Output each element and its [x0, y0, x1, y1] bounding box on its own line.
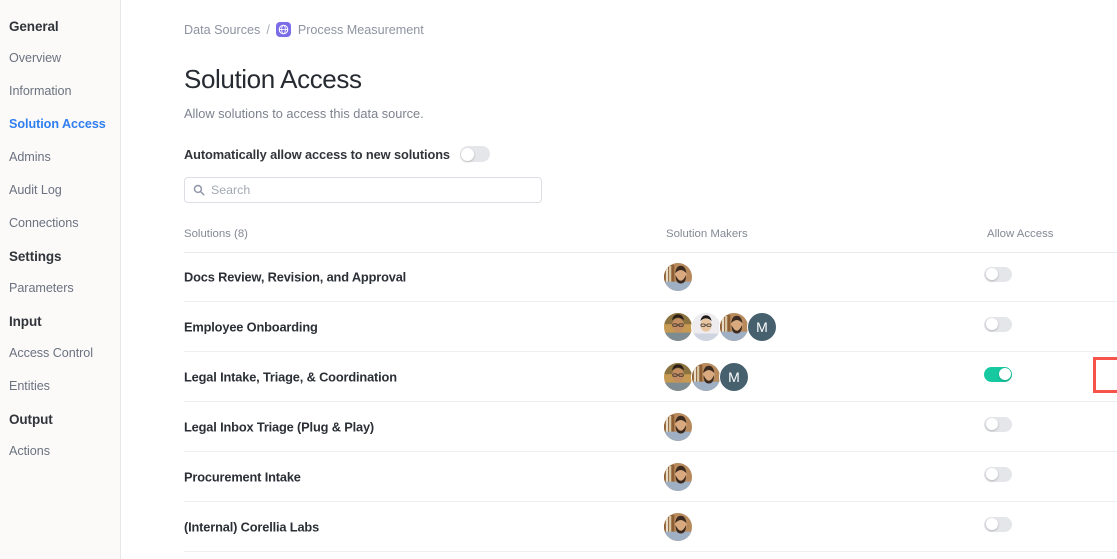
sidebar-group-header: Input	[9, 314, 42, 329]
breadcrumb: Data Sources / Process Measurement	[184, 22, 424, 37]
allow-access-toggle[interactable]	[984, 366, 1012, 382]
solution-name: Employee Onboarding	[184, 319, 318, 334]
avatar: M	[719, 361, 749, 392]
solution-makers	[663, 411, 693, 442]
solution-name: Legal Intake, Triage, & Coordination	[184, 369, 397, 384]
globe-icon	[275, 22, 291, 37]
table-row: Docs Review, Revision, and Approval	[184, 252, 1117, 302]
avatar	[719, 311, 749, 342]
sidebar-item-actions[interactable]: Actions	[0, 443, 120, 459]
sidebar-group-header: Settings	[9, 249, 62, 264]
sidebar-item-entities[interactable]: Entities	[0, 378, 120, 394]
allow-access-cell	[984, 516, 1012, 537]
allow-access-toggle[interactable]	[984, 516, 1012, 532]
avatar	[663, 361, 693, 392]
allow-access-cell	[984, 416, 1012, 437]
sidebar-group-header: Output	[9, 412, 53, 427]
allow-access-toggle[interactable]	[984, 316, 1012, 332]
table-header: Solutions (8) Solution Makers Allow Acce…	[184, 227, 1117, 240]
sidebar-item-overview[interactable]: Overview	[0, 50, 120, 66]
allow-access-cell	[984, 266, 1012, 287]
column-header-solutions: Solutions (8)	[184, 228, 248, 240]
sidebar-group-header: General	[9, 19, 59, 34]
sidebar-item-solution-access[interactable]: Solution Access	[0, 116, 120, 132]
avatar	[663, 261, 693, 292]
sidebar-item-audit-log[interactable]: Audit Log	[0, 182, 120, 198]
sidebar-group-output: Output Actions	[0, 411, 120, 459]
allow-access-cell	[984, 366, 1012, 387]
solution-makers: M	[663, 361, 749, 392]
table-row: Employee Onboarding M	[184, 302, 1117, 352]
auto-allow-row: Automatically allow access to new soluti…	[184, 146, 490, 162]
allow-access-cell	[984, 466, 1012, 487]
solution-access-page: General Overview Information Solution Acces…	[0, 0, 1117, 559]
page-title: Solution Access	[184, 64, 362, 94]
avatar	[691, 311, 721, 342]
avatar	[663, 511, 693, 542]
allow-access-toggle[interactable]	[984, 266, 1012, 282]
allow-access-cell	[984, 316, 1012, 337]
table-row: Legal Inbox Triage (Plug & Play)	[184, 402, 1117, 452]
solution-makers	[663, 461, 693, 492]
sidebar-item-connections[interactable]: Connections	[0, 215, 120, 231]
page-subtitle: Allow solutions to access this data sour…	[184, 106, 424, 121]
solution-name: Docs Review, Revision, and Approval	[184, 269, 407, 284]
breadcrumb-data-sources[interactable]: Data Sources	[184, 23, 260, 37]
allow-access-toggle[interactable]	[984, 416, 1012, 432]
avatar: M	[747, 311, 777, 342]
table-row: (Internal) Corellia Labs	[184, 502, 1117, 552]
auto-allow-label: Automatically allow access to new soluti…	[184, 146, 450, 162]
breadcrumb-current[interactable]: Process Measurement	[298, 23, 424, 37]
search-input[interactable]	[211, 183, 533, 197]
avatar	[663, 411, 693, 442]
table-row: Legal Intake, Triage, & Coordination M	[184, 352, 1117, 402]
search-box[interactable]	[184, 177, 542, 203]
solution-name: Legal Inbox Triage (Plug & Play)	[184, 419, 375, 434]
avatar	[663, 311, 693, 342]
column-header-makers: Solution Makers	[666, 228, 748, 240]
solution-makers: M	[663, 311, 777, 342]
solution-makers	[663, 261, 693, 292]
breadcrumb-separator: /	[266, 22, 270, 37]
settings-sidebar: General Overview Information Solution Acces…	[0, 0, 121, 559]
solution-makers	[663, 511, 693, 542]
sidebar-item-access-control[interactable]: Access Control	[0, 345, 120, 361]
allow-access-toggle[interactable]	[984, 466, 1012, 482]
sidebar-item-information[interactable]: Information	[0, 83, 120, 99]
auto-allow-toggle[interactable]	[459, 146, 490, 162]
sidebar-item-parameters[interactable]: Parameters	[0, 280, 120, 296]
solution-name: (Internal) Corellia Labs	[184, 519, 320, 534]
sidebar-group-input: Input Access Control Entities	[0, 313, 120, 394]
avatar	[691, 361, 721, 392]
main-content: Data Sources / Process Measurement Solut…	[121, 0, 1117, 559]
table-row: Procurement Intake	[184, 452, 1117, 502]
search-icon	[193, 184, 205, 196]
solution-name: Procurement Intake	[184, 469, 301, 484]
avatar	[663, 461, 693, 492]
sidebar-group-general: General Overview Information Solution Acces…	[0, 18, 120, 231]
solutions-table: Docs Review, Revision, and Approval Emplo…	[184, 252, 1117, 552]
column-header-access: Allow Access	[987, 228, 1054, 240]
sidebar-item-admins[interactable]: Admins	[0, 149, 120, 165]
sidebar-group-settings: Settings Parameters	[0, 248, 120, 296]
